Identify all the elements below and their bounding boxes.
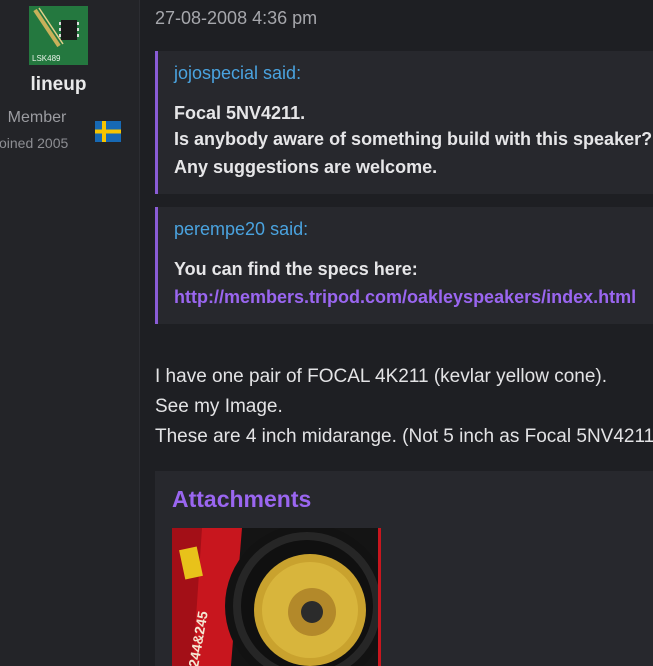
post-body-line: See my Image.: [155, 396, 283, 417]
quote-line: Is anybody aware of something build with…: [174, 129, 653, 149]
attachments-title: Attachments: [172, 486, 312, 512]
quote-link[interactable]: http://members.tripod.com/oakleyspeakers…: [174, 287, 636, 308]
avatar-image: LSK489: [29, 6, 88, 65]
quote-block: jojospecial said: Focal 5NV4211. Is anyb…: [155, 51, 653, 194]
user-title: Member: [7, 109, 67, 126]
username[interactable]: lineup: [0, 74, 117, 96]
sweden-flag-icon: [95, 121, 121, 142]
quote-line: You can find the specs here:: [174, 259, 418, 279]
attachments-panel: Attachments 244&245: [155, 471, 653, 666]
quote-author[interactable]: jojospecial said:: [174, 63, 301, 84]
quote-author[interactable]: perempe20 said:: [174, 219, 308, 240]
forum-post-page: LSK489 lineup Member Joined 2005 27-08-2…: [0, 0, 653, 666]
svg-text:LSK489: LSK489: [32, 54, 61, 63]
user-sidebar: LSK489 lineup Member Joined 2005: [0, 0, 140, 666]
avatar[interactable]: LSK489: [29, 6, 88, 65]
post-body-line: I have one pair of FOCAL 4K211 (kevlar y…: [155, 366, 608, 387]
attachment-image: 244&245: [172, 528, 381, 666]
post-body-line: These are 4 inch midarange. (Not 5 inch …: [155, 426, 653, 447]
quote-line: Focal 5NV4211.: [174, 103, 306, 123]
quote-line: Any suggestions are welcome.: [174, 157, 438, 177]
quote-block: perempe20 said: You can find the specs h…: [155, 207, 653, 324]
joined-date: Joined 2005: [0, 135, 69, 151]
post-date[interactable]: 27-08-2008 4:36 pm: [155, 8, 317, 29]
attachment-thumbnail[interactable]: 244&245: [172, 528, 381, 666]
